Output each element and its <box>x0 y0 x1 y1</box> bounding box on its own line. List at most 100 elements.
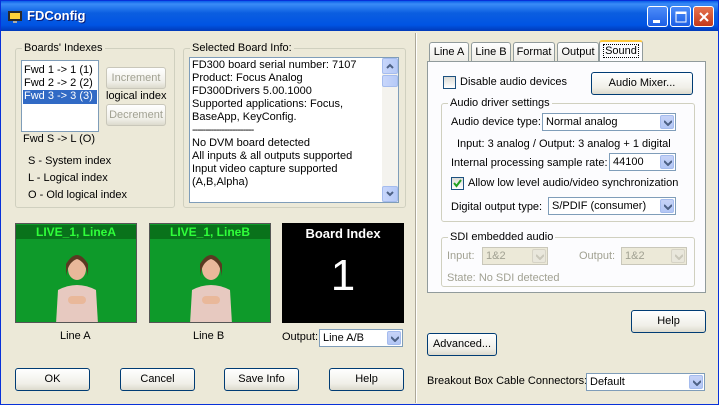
info-line: ----------------------- <box>192 124 254 136</box>
sdi-output-value: 1&2 <box>625 250 645 262</box>
advanced-button[interactable]: Advanced... <box>427 333 497 356</box>
sdi-output-select[interactable]: 1&2 <box>621 247 687 265</box>
disable-audio-label: Disable audio devices <box>460 76 568 88</box>
boards-listbox[interactable]: Fwd 1 -> 1 (1) Fwd 2 -> 2 (2) Fwd 3 -> 3… <box>21 60 99 132</box>
vertical-divider <box>415 33 417 403</box>
maximize-icon <box>675 11 687 23</box>
legend-logical-index: L - Logical index <box>28 172 108 184</box>
sdi-state: State: No SDI detected <box>447 272 560 284</box>
sdi-audio-label: SDI embedded audio <box>448 231 556 243</box>
chevron-down-icon[interactable] <box>660 155 674 169</box>
info-line: (A,B,Alpha) <box>192 176 249 188</box>
list-item[interactable]: Fwd 2 -> 2 (2) <box>24 77 93 90</box>
sdi-input-label: Input: <box>447 250 475 262</box>
sdi-input-value: 1&2 <box>486 250 506 262</box>
scroll-up-button[interactable] <box>382 58 398 74</box>
checkmark-icon <box>453 179 462 188</box>
breakout-select[interactable]: Default <box>586 373 705 391</box>
boards-indexes-label: Boards' Indexes <box>22 42 105 54</box>
line-a-preview: LIVE_1, LineA <box>15 223 137 323</box>
chevron-down-icon[interactable] <box>689 375 703 389</box>
logical-index-label: logical index <box>106 90 167 102</box>
digital-output-select[interactable]: S/PDIF (consumer) <box>548 197 676 215</box>
tab-sound-label: Sound <box>603 44 639 58</box>
board-index-display: Board Index 1 <box>282 223 404 323</box>
output-label: Output: <box>282 331 319 343</box>
audio-driver-label: Audio driver settings <box>448 97 552 109</box>
line-b-overlay: LIVE_1, LineB <box>150 225 270 239</box>
disable-audio-checkbox[interactable] <box>443 76 456 89</box>
chevron-down-icon[interactable] <box>660 199 674 213</box>
board-index-title: Board Index <box>305 226 381 241</box>
help-button[interactable]: Help <box>329 368 404 391</box>
board-info-lines: FD300 board serial number: 7107 Product:… <box>192 59 356 189</box>
sample-rate-select[interactable]: 44100 <box>609 153 676 171</box>
board-info-label: Selected Board Info: <box>190 42 294 54</box>
line-a-caption: Line A <box>60 330 91 342</box>
line-b-caption: Line B <box>193 330 225 342</box>
minimize-button[interactable] <box>647 6 668 27</box>
chevron-up-icon <box>386 63 394 69</box>
chevron-down-icon <box>386 191 394 197</box>
breakout-value: Default <box>590 376 625 388</box>
close-icon <box>699 12 709 22</box>
decrement-button[interactable]: Decrement <box>106 104 166 126</box>
sample-rate-label: Internal processing sample rate: <box>451 157 608 169</box>
chevron-down-icon[interactable] <box>660 115 674 129</box>
legend-old-logical-index: O - Old logical index <box>28 189 128 201</box>
info-line: Product: Focus Analog <box>192 72 303 84</box>
output-select-value: Line A/B <box>323 332 364 344</box>
app-icon <box>8 11 22 23</box>
close-button[interactable] <box>693 6 714 27</box>
help-button-right[interactable]: Help <box>631 310 706 333</box>
output-select[interactable]: Line A/B <box>319 329 403 347</box>
device-type-value: Normal analog <box>546 116 618 128</box>
tab-line-a[interactable]: Line A <box>429 42 469 61</box>
title-bar[interactable]: FDConfig <box>1 1 718 31</box>
fwd-legend-line: Fwd S -> L (O) <box>23 133 96 145</box>
audio-mixer-button[interactable]: Audio Mixer... <box>591 72 693 95</box>
line-b-preview: LIVE_1, LineB <box>149 223 271 323</box>
info-line: Input video capture supported <box>192 163 338 175</box>
info-line: No DVM board detected <box>192 137 311 149</box>
maximize-button[interactable] <box>670 6 691 27</box>
device-type-label: Audio device type: <box>451 116 541 128</box>
minimize-icon <box>653 20 660 23</box>
info-scrollbar[interactable] <box>382 58 398 202</box>
device-type-select[interactable]: Normal analog <box>542 113 676 131</box>
fdconfig-window: FDConfig Boards' Indexes Fwd 1 -> 1 (1) … <box>0 0 719 405</box>
info-line: Supported applications: Focus, <box>192 98 344 110</box>
digital-output-label: Digital output type: <box>451 201 543 213</box>
chevron-down-icon[interactable] <box>671 249 685 263</box>
chevron-down-icon[interactable] <box>387 331 401 345</box>
breakout-label: Breakout Box Cable Connectors: <box>427 375 588 387</box>
list-item-selected[interactable]: Fwd 3 -> 3 (3) <box>23 90 97 104</box>
tab-sound[interactable]: Sound <box>599 40 643 62</box>
scroll-down-button[interactable] <box>382 186 398 202</box>
line-a-overlay: LIVE_1, LineA <box>16 225 136 239</box>
help-button-right-label: Help <box>657 315 680 327</box>
sync-checkbox[interactable] <box>451 177 464 190</box>
cancel-button[interactable]: Cancel <box>120 368 195 391</box>
sdi-input-select[interactable]: 1&2 <box>482 247 548 265</box>
tab-format[interactable]: Format <box>513 42 555 61</box>
info-line: FD300Drivers 5.00.1000 <box>192 85 312 97</box>
increment-button[interactable]: Increment <box>106 67 166 89</box>
tab-output[interactable]: Output <box>557 42 599 61</box>
board-info-textbox[interactable]: FD300 board serial number: 7107 Product:… <box>189 57 399 203</box>
info-line: All inputs & all outputs supported <box>192 150 353 162</box>
sample-rate-value: 44100 <box>613 156 644 168</box>
sdi-state-value: No SDI detected <box>478 272 560 284</box>
ok-button[interactable]: OK <box>15 368 90 391</box>
scroll-thumb[interactable] <box>382 75 398 87</box>
tab-line-b[interactable]: Line B <box>471 42 511 61</box>
list-item[interactable]: Fwd 1 -> 1 (1) <box>24 64 93 77</box>
board-index-value: 1 <box>330 251 356 300</box>
legend-system-index: S - System index <box>28 155 112 167</box>
sync-label: Allow low level audio/video synchronizat… <box>468 177 679 189</box>
digital-output-value: S/PDIF (consumer) <box>552 200 647 212</box>
chevron-down-icon[interactable] <box>532 249 546 263</box>
info-line: BaseApp, KeyConfig. <box>192 111 297 123</box>
save-info-button[interactable]: Save Info <box>224 368 299 391</box>
window-title: FDConfig <box>27 8 86 23</box>
